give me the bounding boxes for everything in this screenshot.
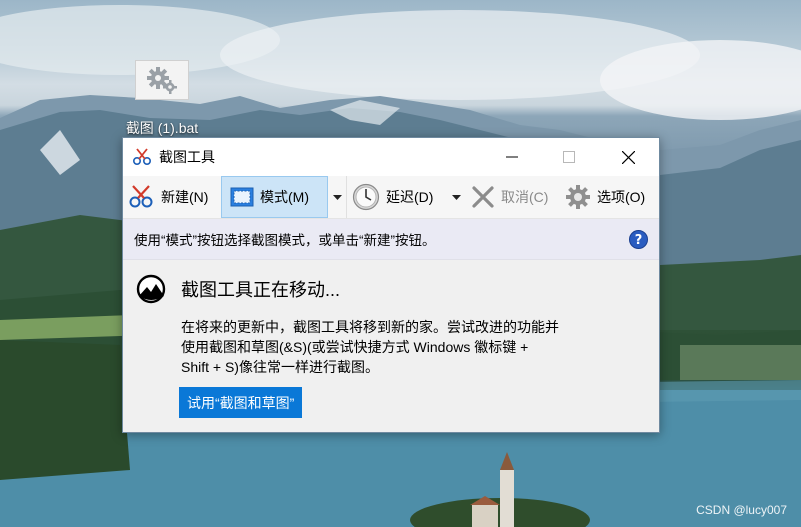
mode-label: 模式(M): [260, 189, 309, 205]
snipping-tool-window: 截图工具 新建(N) 模式(M) 延迟(D) 取消(C) 选项(O) 使用“模式…: [122, 137, 660, 433]
minimize-icon: [506, 156, 518, 158]
options-button[interactable]: 选项(O): [565, 176, 645, 218]
help-icon[interactable]: ?: [629, 230, 648, 249]
delay-label: 延迟(D): [386, 189, 434, 205]
gear-icon: [147, 67, 177, 94]
notice-body-line: Shift + S)像往常一样进行截图。: [181, 359, 379, 375]
move-notice-panel: 截图工具正在移动... 在将来的更新中，截图工具将移到新的家。尝试改进的功能并 …: [123, 260, 659, 432]
options-label: 选项(O): [597, 189, 646, 205]
snip-sketch-icon: [136, 274, 166, 304]
maximize-icon: [563, 151, 575, 163]
window-title: 截图工具: [159, 149, 215, 165]
cancel-button[interactable]: 取消(C): [471, 176, 548, 218]
chevron-down-icon: [332, 194, 342, 200]
new-snip-label: 新建(N): [161, 189, 209, 205]
desktop-file-label: 截图 (1).bat: [125, 120, 199, 136]
new-snip-button[interactable]: 新建(N): [127, 176, 208, 218]
desktop-file-icon[interactable]: 截图 (1).bat: [112, 60, 212, 138]
batch-file-thumbnail: [135, 60, 189, 100]
settings-gear-icon: [566, 185, 590, 209]
scissors-icon: [129, 185, 153, 208]
watermark: CSDN @lucy007: [696, 503, 787, 517]
delay-button[interactable]: 延迟(D): [352, 176, 433, 218]
title-bar[interactable]: 截图工具: [123, 138, 659, 176]
chevron-down-icon: [451, 194, 461, 200]
clock-icon: [352, 183, 380, 211]
close-button[interactable]: [605, 138, 651, 176]
notice-body: 在将来的更新中，截图工具将移到新的家。尝试改进的功能并 使用截图和草图(&S)(…: [181, 317, 601, 377]
maximize-button[interactable]: [546, 138, 592, 176]
notice-body-line: 在将来的更新中，截图工具将移到新的家。尝试改进的功能并: [181, 319, 559, 335]
hint-bar: 使用“模式”按钮选择截图模式，或单击“新建”按钮。 ?: [123, 219, 659, 260]
hint-text: 使用“模式”按钮选择截图模式，或单击“新建”按钮。: [134, 233, 436, 248]
close-icon: [621, 150, 635, 164]
notice-body-line: 使用截图和草图(&S)(或尝试快捷方式 Windows 徽标键 +: [181, 339, 529, 355]
delay-dropdown-button[interactable]: [447, 176, 465, 218]
notice-title: 截图工具正在移动...: [181, 280, 341, 300]
scissors-icon: [132, 148, 152, 166]
toolbar: 新建(N) 模式(M) 延迟(D) 取消(C) 选项(O): [123, 176, 659, 219]
mode-dropdown-button[interactable]: [328, 176, 347, 218]
svg-text:?: ?: [635, 233, 643, 248]
try-snip-sketch-button[interactable]: 试用“截图和草图”: [179, 387, 303, 418]
mode-button[interactable]: 模式(M): [221, 176, 328, 218]
x-icon: [472, 186, 494, 208]
cancel-label: 取消(C): [501, 189, 549, 205]
rectangle-select-icon: [230, 187, 254, 207]
minimize-button[interactable]: [489, 138, 535, 176]
